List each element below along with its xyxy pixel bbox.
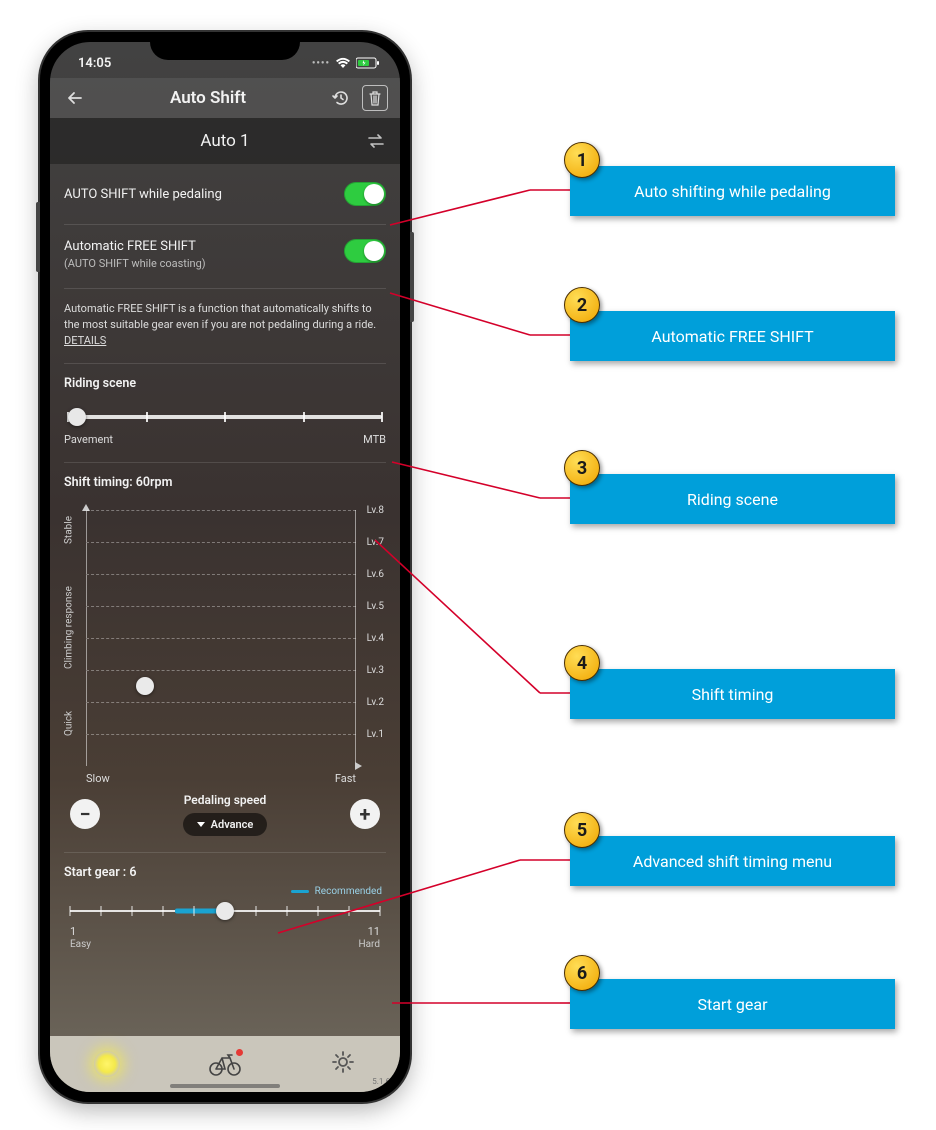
notification-dot-icon [236,1049,243,1056]
timing-y-bottom: Quick [64,711,75,736]
start-gear-section: Start gear : 6 Recommended [64,853,386,964]
callout-6: 6 Start gear [570,979,895,1029]
start-gear-recommended-range [175,908,218,913]
status-right: •••• [312,57,380,69]
cellular-dots-icon: •••• [312,58,330,69]
riding-scene-thumb [68,408,86,426]
callout-text-6: Start gear [697,995,767,1014]
scene-right-label: MTB [363,433,386,446]
swap-profile-button[interactable] [366,131,386,151]
callout-badge-5: 5 [564,812,600,848]
details-link[interactable]: DETAILS [64,334,106,347]
automatic-free-shift-label: Automatic FREE SHIFT [64,239,206,254]
advance-menu-button[interactable]: Advance [183,813,268,836]
callout-2: 2 Automatic FREE SHIFT [570,311,895,361]
recommended-label: Recommended [315,886,382,897]
shift-timing-section: Shift timing: 60rpm Quick Climbing respo… [64,463,386,853]
timing-y-top: Stable [64,516,75,544]
riding-scene-title: Riding scene [64,376,386,391]
chevron-down-icon [197,822,205,827]
notch [150,32,300,60]
tab-settings-icon[interactable] [330,1049,356,1079]
pedal-plus-button[interactable]: + [350,799,380,829]
free-shift-description: Automatic FREE SHIFT is a function that … [64,289,386,364]
callout-badge-4: 4 [564,645,600,681]
recommended-swatch [291,890,309,893]
automatic-free-shift-toggle[interactable] [344,239,386,263]
timing-x-left: Slow [86,772,110,785]
screen: 14:05 •••• Auto Shift [50,42,400,1092]
callout-text-3: Riding scene [687,490,778,509]
callout-5: 5 Advanced shift timing menu [570,836,895,886]
status-time: 14:05 [78,56,111,71]
shift-timing-chart[interactable]: Quick Climbing response Stable Lv.8 Lv.7… [64,506,386,766]
start-gear-min-label: Easy [70,939,91,950]
start-gear-slider[interactable] [70,901,380,921]
timing-y-mid: Climbing response [64,586,75,669]
start-gear-title: Start gear : 6 [64,865,386,880]
callout-badge-1: 1 [564,142,600,178]
callout-3: 3 Riding scene [570,474,895,524]
automatic-free-shift-sub: (AUTO SHIFT while coasting) [64,257,206,270]
tab-bar: 5.1.6 [50,1036,400,1092]
nav-title: Auto Shift [96,88,320,108]
content: AUTO SHIFT while pedaling Automatic FREE… [50,164,400,964]
start-gear-thumb [216,902,234,920]
timing-x-right: Fast [335,772,356,785]
battery-icon [356,57,380,69]
start-gear-min: 1 [70,925,76,938]
nav-bar: Auto Shift [50,78,400,118]
scene-left-label: Pavement [64,433,113,446]
callout-text-4: Shift timing [692,685,774,704]
tab-light-icon[interactable] [94,1051,120,1077]
pedal-minus-button[interactable]: − [70,799,100,829]
history-button[interactable] [328,85,354,111]
start-gear-max-label: Hard [358,939,380,950]
back-button[interactable] [62,85,88,111]
row-auto-shift-pedaling: AUTO SHIFT while pedaling [64,164,386,225]
advance-label: Advance [211,818,254,831]
start-gear-max: 11 [368,925,380,938]
callout-badge-6: 6 [564,955,600,991]
callout-4: 4 Shift timing [570,669,895,719]
callout-badge-2: 2 [564,287,600,323]
delete-button[interactable] [362,85,388,111]
pedaling-speed-label: Pedaling speed [100,793,350,807]
shift-timing-title: Shift timing: 60rpm [64,475,386,490]
wifi-icon [335,57,351,69]
tab-bike-icon[interactable] [208,1052,242,1076]
phone-frame: 14:05 •••• Auto Shift [40,32,410,1102]
timing-grid: Lv.8 Lv.7 Lv.6 Lv.5 Lv.4 Lv.3 Lv.2 Lv.1 [86,510,356,766]
home-indicator [170,1084,280,1088]
riding-scene-section: Riding scene Pavement MTB [64,364,386,463]
shift-timing-thumb[interactable] [136,677,154,695]
callout-text-1: Auto shifting while pedaling [634,182,831,201]
callout-1: 1 Auto shifting while pedaling [570,166,895,216]
free-shift-description-text: Automatic FREE SHIFT is a function that … [64,302,376,331]
auto-shift-pedaling-label: AUTO SHIFT while pedaling [64,187,222,202]
auto-shift-pedaling-toggle[interactable] [344,182,386,206]
callout-text-5: Advanced shift timing menu [633,852,832,871]
profile-header: Auto 1 [50,118,400,164]
version-label: 5.1.6 [372,1077,390,1086]
riding-scene-slider[interactable] [68,407,382,427]
callout-text-2: Automatic FREE SHIFT [651,327,813,346]
profile-name: Auto 1 [200,131,249,151]
callout-badge-3: 3 [564,450,600,486]
row-automatic-free-shift: Automatic FREE SHIFT (AUTO SHIFT while c… [64,225,386,289]
